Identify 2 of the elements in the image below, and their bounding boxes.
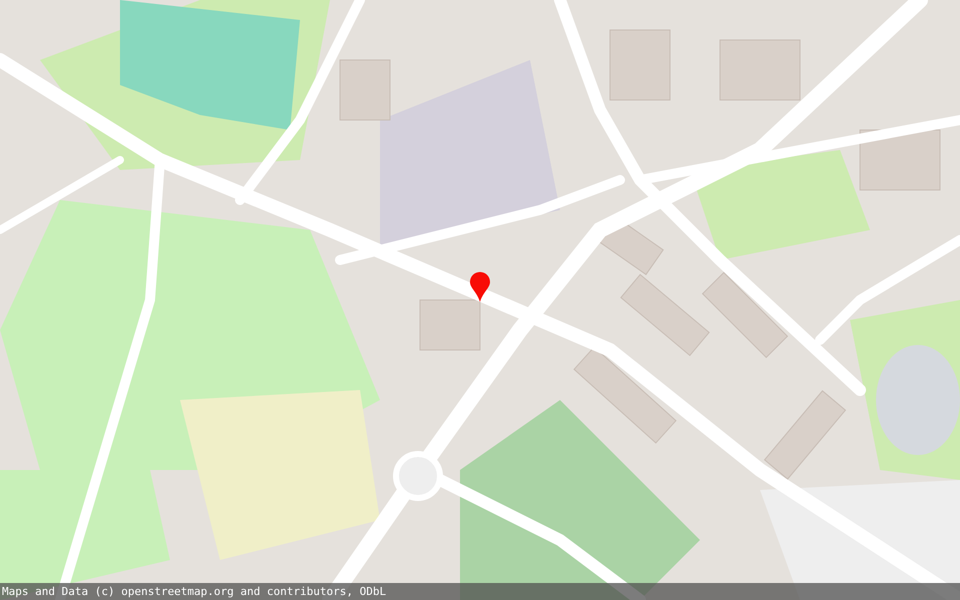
map-pin-icon xyxy=(470,272,490,302)
map-attribution: Maps and Data (c) openstreetmap.org and contributors, ODbL xyxy=(0,583,960,600)
